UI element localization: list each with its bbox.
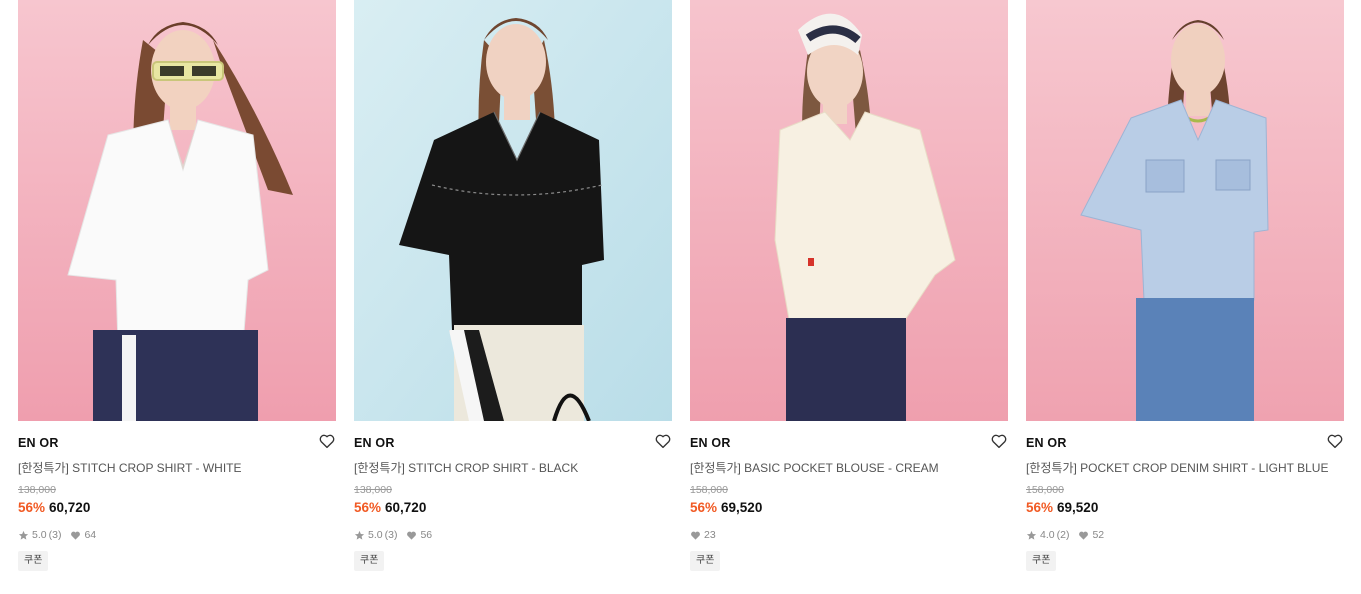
review-count: (2) [1056,529,1070,541]
product-title[interactable]: [한정특가] POCKET CROP DENIM SHIRT - LIGHT B… [1026,459,1344,476]
product-meta: 4.0 (2) 52 [1026,529,1113,541]
product-grid: EN OR [한정특가] STITCH CROP SHIRT - WHITE 1… [18,0,1344,594]
price-row: 56% 60,720 [18,500,90,515]
sale-price: 69,520 [1057,500,1099,515]
likes-count: 23 [704,529,716,541]
likes-group: 56 [406,529,432,541]
product-card[interactable]: EN OR [한정특가] POCKET CROP DENIM SHIRT - L… [1026,0,1344,594]
product-title[interactable]: [한정특가] BASIC POCKET BLOUSE - CREAM [690,459,1008,476]
product-photo [18,0,336,421]
product-image[interactable] [690,0,1008,421]
star-icon [1026,530,1037,541]
star-icon [18,530,29,541]
brand-name[interactable]: EN OR [354,436,395,450]
heart-icon [406,530,417,541]
product-image[interactable] [1026,0,1344,421]
heart-icon [1078,530,1089,541]
coupon-badge: 쿠폰 [18,551,49,571]
product-card[interactable]: EN OR [한정특가] STITCH CROP SHIRT - WHITE 1… [18,0,336,594]
wishlist-heart-icon[interactable] [1326,432,1344,450]
original-price: 138,000 [18,484,56,496]
product-title[interactable]: [한정특가] STITCH CROP SHIRT - BLACK [354,459,672,476]
product-meta: 5.0 (3) 56 [354,529,441,541]
rating-value: 5.0 [32,529,47,541]
brand-name[interactable]: EN OR [690,436,731,450]
original-price: 158,000 [1026,484,1064,496]
coupon-badge: 쿠폰 [690,551,721,571]
price-row: 56% 69,520 [1026,500,1098,515]
wishlist-heart-icon[interactable] [654,432,672,450]
discount-rate: 56% [18,500,46,515]
discount-rate: 56% [690,500,718,515]
product-photo [1026,0,1344,421]
product-meta: 23 [690,529,725,541]
sale-price: 60,720 [49,500,91,515]
review-count: (3) [48,529,62,541]
brand-name[interactable]: EN OR [1026,436,1067,450]
likes-count: 64 [84,529,97,541]
rating-group: 5.0 (3) [18,529,61,541]
rating-group: 4.0 (2) [1026,529,1069,541]
likes-count: 52 [1092,529,1105,541]
coupon-badge: 쿠폰 [1026,551,1057,571]
review-count: (3) [384,529,398,541]
wishlist-heart-icon[interactable] [318,432,336,450]
rating-group: 5.0 (3) [354,529,397,541]
original-price: 158,000 [690,484,728,496]
price-row: 56% 60,720 [354,500,426,515]
product-title[interactable]: [한정특가] STITCH CROP SHIRT - WHITE [18,459,336,476]
price-row: 56% 69,520 [690,500,762,515]
rating-value: 4.0 [1040,529,1055,541]
product-photo [690,0,1008,421]
star-icon [354,530,365,541]
discount-rate: 56% [1026,500,1054,515]
product-photo [354,0,672,421]
coupon-badge: 쿠폰 [354,551,385,571]
product-card[interactable]: EN OR [한정특가] STITCH CROP SHIRT - BLACK 1… [354,0,672,594]
product-image[interactable] [354,0,672,421]
product-card[interactable]: EN OR [한정특가] BASIC POCKET BLOUSE - CREAM… [690,0,1008,594]
product-image[interactable] [18,0,336,421]
original-price: 138,000 [354,484,392,496]
brand-name[interactable]: EN OR [18,436,59,450]
heart-icon [70,530,81,541]
likes-group: 64 [70,529,96,541]
likes-group: 52 [1078,529,1104,541]
rating-value: 5.0 [368,529,383,541]
heart-icon [690,530,701,541]
product-meta: 5.0 (3) 64 [18,529,105,541]
discount-rate: 56% [354,500,382,515]
wishlist-heart-icon[interactable] [990,432,1008,450]
likes-group: 23 [690,529,716,541]
sale-price: 69,520 [721,500,763,515]
likes-count: 56 [420,529,433,541]
sale-price: 60,720 [385,500,427,515]
